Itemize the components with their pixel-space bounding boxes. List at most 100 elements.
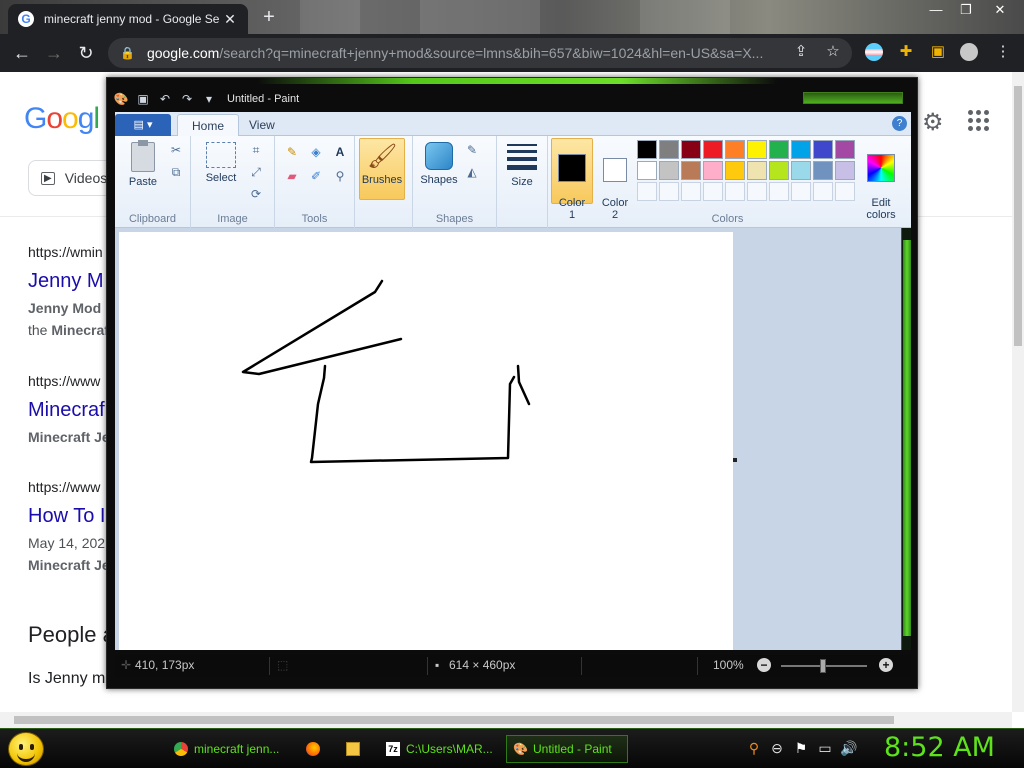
undo-icon[interactable]: ↶ bbox=[157, 91, 173, 107]
flag-icon[interactable]: ⚑ bbox=[792, 740, 810, 757]
clipboard-icon bbox=[131, 140, 155, 172]
image-group: Select ⌗ ⤢ ⟳ Image bbox=[191, 136, 275, 228]
customize-quick-access-icon[interactable]: ▾ bbox=[201, 91, 217, 107]
people-also-ask-question[interactable]: Is Jenny m bbox=[28, 670, 105, 688]
bookmark-star-icon[interactable]: ☆ bbox=[822, 42, 844, 60]
text-tool-icon[interactable]: A bbox=[331, 144, 349, 160]
back-button[interactable]: ← bbox=[10, 42, 34, 64]
clipboard-group-label: Clipboard bbox=[128, 213, 177, 225]
page-vertical-scrollbar[interactable] bbox=[1012, 72, 1024, 712]
drawing-canvas[interactable] bbox=[119, 232, 733, 650]
select-rectangle-icon bbox=[206, 142, 236, 168]
cut-icon[interactable]: ✂ bbox=[167, 142, 185, 158]
profile-avatar-icon[interactable] bbox=[960, 43, 978, 61]
result-title[interactable]: Jenny M bbox=[28, 270, 104, 293]
paste-button[interactable]: Paste bbox=[121, 140, 165, 188]
zoom-out-button[interactable]: − bbox=[757, 658, 771, 672]
taskbar-item-firefox[interactable] bbox=[300, 735, 332, 763]
paint-window-controls[interactable] bbox=[803, 92, 903, 104]
result-snippet: Jenny Mod bbox=[28, 300, 102, 316]
browser-menu-icon[interactable]: ⋮ bbox=[992, 42, 1014, 60]
fill-icon[interactable]: ◭ bbox=[463, 164, 481, 180]
outline-icon[interactable]: ✎ bbox=[463, 142, 481, 158]
size-button[interactable]: Size bbox=[505, 142, 539, 188]
zoom-in-button[interactable]: + bbox=[879, 658, 893, 672]
fill-bucket-icon[interactable]: ◈ bbox=[307, 144, 325, 160]
new-tab-button[interactable]: + bbox=[256, 6, 282, 28]
forward-button[interactable]: → bbox=[42, 42, 66, 64]
side-panel-icon[interactable]: ▣ bbox=[927, 42, 949, 60]
taskbar-item-label: C:\Users\MAR... bbox=[406, 742, 493, 756]
canvas-size-icon: ▪ bbox=[435, 658, 440, 672]
result-title[interactable]: How To I bbox=[28, 505, 105, 528]
magnifier-icon[interactable]: ⚲ bbox=[331, 168, 349, 184]
ribbon-home: Paste ✂ ⧉ Clipboard Select ⌗ ⤢ ⟳ Image ✎… bbox=[115, 136, 911, 228]
copy-icon[interactable]: ⧉ bbox=[167, 164, 185, 180]
folder-icon bbox=[346, 742, 360, 756]
zoom-slider-thumb[interactable] bbox=[820, 659, 826, 673]
eraser-icon[interactable]: ▰ bbox=[283, 168, 301, 184]
search-icon[interactable]: ⚲ bbox=[745, 740, 763, 757]
scroll-thumb[interactable] bbox=[14, 716, 894, 724]
taskbar-item-chrome[interactable]: minecraft jenn... bbox=[168, 735, 290, 763]
help-icon[interactable]: ? bbox=[892, 116, 907, 131]
shapes-group-label: Shapes bbox=[435, 213, 474, 225]
result-url[interactable]: https://www bbox=[28, 373, 100, 389]
network-icon[interactable]: ▭ bbox=[816, 740, 834, 757]
colors-group: Colors bbox=[547, 136, 907, 228]
paint-window: 🎨 ▣ ↶ ↷ ▾ Untitled - Paint ▤ ▾ Home View… bbox=[106, 77, 918, 689]
select-label: Select bbox=[205, 172, 237, 184]
paint-icon: 🎨 bbox=[513, 742, 528, 756]
result-url[interactable]: https://wmin bbox=[28, 244, 103, 260]
volume-icon[interactable]: 🔊 bbox=[840, 740, 858, 757]
color-picker-icon[interactable]: ✐ bbox=[307, 168, 325, 184]
save-icon[interactable]: ▣ bbox=[135, 91, 151, 107]
canvas-workspace[interactable] bbox=[115, 228, 901, 650]
result-date: May 14, 202 bbox=[28, 535, 106, 551]
canvas-vertical-scrollbar[interactable] bbox=[901, 228, 911, 650]
redo-icon[interactable]: ↷ bbox=[179, 91, 195, 107]
taskbar-clock[interactable]: 8:52 AM bbox=[884, 732, 995, 763]
minimize-button[interactable]: — bbox=[922, 0, 950, 22]
tab-home[interactable]: Home bbox=[177, 114, 240, 137]
close-window-button[interactable]: ✕ bbox=[986, 0, 1014, 22]
taskbar-item-paint[interactable]: 🎨 Untitled - Paint bbox=[506, 735, 628, 763]
minus-circle-icon[interactable]: ⊖ bbox=[768, 740, 786, 757]
google-logo[interactable]: Googl bbox=[24, 102, 100, 136]
rotate-icon[interactable]: ⟳ bbox=[247, 186, 265, 202]
taskbar-item-7zip[interactable]: 7z C:\Users\MAR... bbox=[380, 735, 502, 763]
canvas-resize-handle[interactable] bbox=[733, 458, 737, 462]
start-button-smiley-icon[interactable] bbox=[8, 732, 44, 766]
result-snippet: the Minecraf bbox=[28, 322, 109, 338]
paint-app-icon[interactable]: 🎨 bbox=[113, 91, 129, 107]
select-button[interactable]: Select bbox=[199, 142, 243, 184]
extensions-puzzle-icon[interactable]: ✚ bbox=[895, 42, 917, 60]
size-group: Size bbox=[497, 136, 547, 228]
crop-icon[interactable]: ⌗ bbox=[247, 142, 265, 158]
result-title[interactable]: Minecraf bbox=[28, 399, 105, 422]
page-horizontal-scrollbar[interactable] bbox=[0, 712, 1012, 728]
paint-title-bar[interactable]: 🎨 ▣ ↶ ↷ ▾ Untitled - Paint bbox=[107, 86, 917, 112]
tab-view[interactable]: View bbox=[235, 114, 289, 137]
profile-flag-extension-icon[interactable] bbox=[865, 43, 883, 61]
resize-icon[interactable]: ⤢ bbox=[247, 164, 265, 180]
tab-close-icon[interactable]: ✕ bbox=[222, 11, 238, 28]
settings-gear-icon[interactable]: ⚙ bbox=[922, 108, 944, 137]
google-apps-icon[interactable] bbox=[968, 110, 990, 132]
pencil-icon[interactable]: ✎ bbox=[283, 144, 301, 160]
logo-letter: o bbox=[46, 102, 63, 135]
restore-button[interactable]: ❐ bbox=[952, 0, 980, 22]
taskbar-item-explorer[interactable] bbox=[340, 735, 372, 763]
lock-icon[interactable]: 🔒 bbox=[120, 46, 135, 60]
reload-button[interactable]: ↻ bbox=[74, 42, 98, 64]
browser-tab[interactable]: G minecraft jenny mod - Google Se ✕ bbox=[8, 4, 248, 34]
scroll-thumb[interactable] bbox=[1014, 86, 1022, 346]
shapes-label: Shapes bbox=[420, 174, 458, 186]
result-url[interactable]: https://www bbox=[28, 479, 100, 495]
file-menu-button[interactable]: ▤ ▾ bbox=[115, 114, 171, 136]
share-icon[interactable]: ⇪ bbox=[790, 42, 812, 60]
scroll-thumb[interactable] bbox=[903, 240, 911, 636]
shapes-button[interactable]: Shapes bbox=[419, 142, 459, 186]
address-bar[interactable]: 🔒 google.com /search?q=minecraft+jenny+m… bbox=[108, 38, 852, 68]
logo-letter: l bbox=[93, 102, 100, 135]
